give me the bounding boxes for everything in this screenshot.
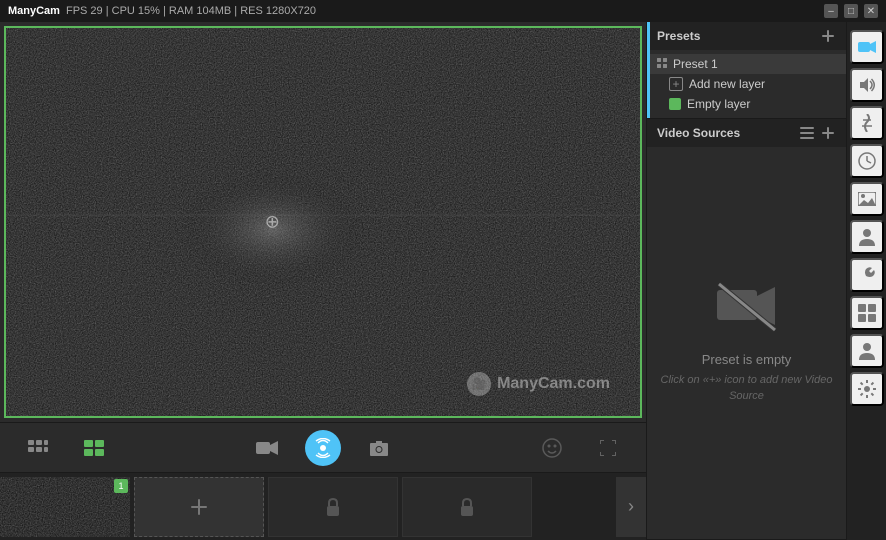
toolbar-right bbox=[534, 430, 626, 466]
toolbar-center bbox=[249, 430, 397, 466]
add-layer-icon: + bbox=[669, 77, 683, 91]
video-sources-actions bbox=[800, 125, 836, 141]
scene-locked-1 bbox=[268, 477, 398, 537]
window-controls: – □ ✕ bbox=[824, 4, 878, 18]
side-icon-clock[interactable] bbox=[850, 144, 884, 178]
main-area: ⊕ 🎥 ManyCam.com bbox=[0, 22, 886, 540]
empty-layer-label: Empty layer bbox=[687, 97, 750, 111]
right-panel: Presets bbox=[646, 22, 846, 540]
presets-section: Presets bbox=[647, 22, 846, 119]
bottom-toolbar bbox=[0, 422, 646, 472]
scene-badge: 1 bbox=[114, 479, 128, 493]
titlebar: ManyCam FPS 29 | CPU 15% | RAM 104MB | R… bbox=[0, 0, 886, 22]
active-indicator bbox=[647, 22, 650, 118]
side-icon-tools[interactable] bbox=[850, 258, 884, 292]
side-icon-user[interactable] bbox=[850, 334, 884, 368]
presets-title: Presets bbox=[657, 29, 700, 43]
watermark: 🎥 ManyCam.com bbox=[467, 372, 610, 396]
video-sources-list-button[interactable] bbox=[800, 127, 814, 139]
video-preview: ⊕ 🎥 ManyCam.com bbox=[4, 26, 642, 418]
side-icon-images[interactable] bbox=[850, 182, 884, 216]
preset-1-label: Preset 1 bbox=[673, 57, 718, 71]
side-icon-effects[interactable] bbox=[850, 106, 884, 140]
crosshair-icon: ⊕ bbox=[265, 212, 280, 233]
scenes-button[interactable] bbox=[76, 430, 112, 466]
broadcast-button[interactable] bbox=[305, 430, 341, 466]
toolbar-left bbox=[20, 430, 112, 466]
scene-next-button[interactable]: › bbox=[616, 477, 646, 537]
scene-next-icon: › bbox=[628, 496, 634, 517]
side-icon-volume[interactable] bbox=[850, 68, 884, 102]
video-noise bbox=[6, 28, 640, 416]
add-layer-item[interactable]: + Add new layer bbox=[659, 74, 846, 94]
watermark-text: ManyCam.com bbox=[497, 375, 610, 393]
presets-actions bbox=[820, 28, 836, 44]
video-sources-empty: Preset is empty Click on «+» icon to add… bbox=[647, 147, 846, 539]
layout-button[interactable] bbox=[20, 430, 56, 466]
preset-collapse-icon bbox=[657, 58, 667, 71]
titlebar-left: ManyCam FPS 29 | CPU 15% | RAM 104MB | R… bbox=[8, 5, 316, 17]
side-icons-bar bbox=[846, 22, 886, 540]
scene-locked-2 bbox=[402, 477, 532, 537]
close-button[interactable]: ✕ bbox=[864, 4, 878, 18]
side-icon-person[interactable] bbox=[850, 220, 884, 254]
empty-title: Preset is empty bbox=[702, 352, 792, 367]
left-content: ⊕ 🎥 ManyCam.com bbox=[0, 22, 646, 540]
video-sources-header: Video Sources bbox=[647, 119, 846, 147]
app-logo: ManyCam bbox=[8, 5, 60, 17]
snapshot-button[interactable] bbox=[361, 430, 397, 466]
video-sources-add-button[interactable] bbox=[820, 125, 836, 141]
maximize-button[interactable]: □ bbox=[844, 4, 858, 18]
video-sources-title: Video Sources bbox=[657, 126, 740, 140]
side-icon-settings[interactable] bbox=[850, 372, 884, 406]
empty-desc: Click on «+» icon to add new Video Sourc… bbox=[657, 373, 836, 404]
no-video-icon bbox=[717, 282, 777, 342]
scene-add-button[interactable] bbox=[134, 477, 264, 537]
empty-layer-item[interactable]: Empty layer bbox=[659, 94, 846, 114]
add-layer-label: Add new layer bbox=[689, 77, 765, 91]
watermark-icon: 🎥 bbox=[467, 372, 491, 396]
green-dot-icon bbox=[669, 98, 681, 110]
presets-add-button[interactable] bbox=[820, 28, 836, 44]
minimize-button[interactable]: – bbox=[824, 4, 838, 18]
video-sources-section: Video Sources bbox=[647, 119, 846, 540]
side-icon-cameras[interactable] bbox=[850, 30, 884, 64]
app-stats: FPS 29 | CPU 15% | RAM 104MB | RES 1280X… bbox=[66, 5, 316, 17]
fullscreen-button[interactable] bbox=[590, 430, 626, 466]
camera-button[interactable] bbox=[249, 430, 285, 466]
side-icon-layout[interactable] bbox=[850, 296, 884, 330]
scene-strip: 1 › bbox=[0, 472, 646, 540]
face-button[interactable] bbox=[534, 430, 570, 466]
presets-header: Presets bbox=[647, 22, 846, 50]
preset-1-item[interactable]: Preset 1 bbox=[647, 54, 846, 74]
preset-tree: Preset 1 + Add new layer Empty layer bbox=[647, 50, 846, 118]
scene-item-1[interactable]: 1 bbox=[0, 477, 130, 537]
